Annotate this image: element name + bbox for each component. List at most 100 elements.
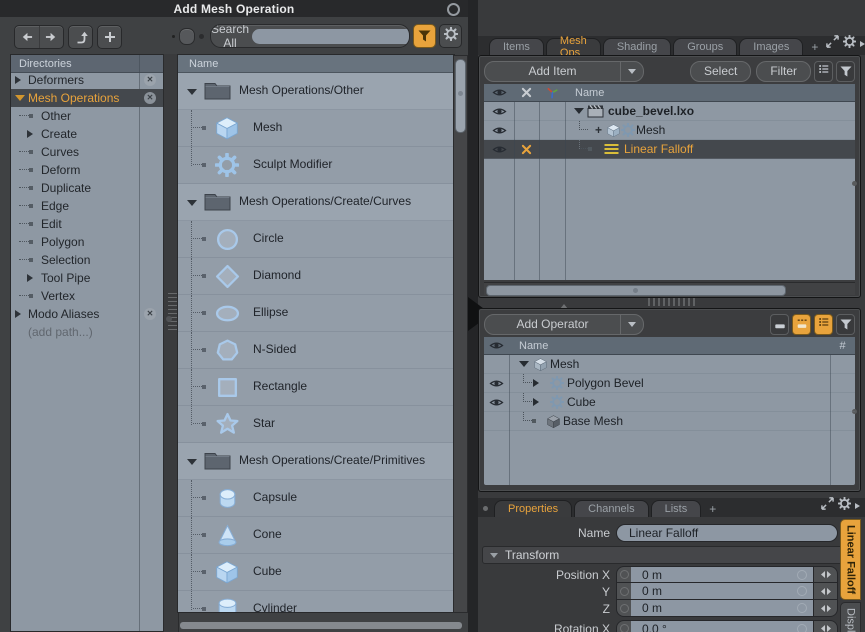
form-tab-lists[interactable]: Lists [651,500,702,517]
dialog-menu-circle-icon[interactable] [447,3,460,16]
directory-item-deformers[interactable]: Deformers✕ [11,71,164,89]
directory-item-modo-aliases[interactable]: Modo Aliases✕ [11,305,164,323]
operation-row-mesh[interactable]: Mesh [178,110,454,147]
directory-item-edit[interactable]: Edit [11,215,164,233]
name-column-header[interactable]: Name [509,340,830,352]
solo-view-button[interactable] [770,314,789,335]
form-tab-properties[interactable]: Properties [494,500,572,517]
name-cell[interactable]: Linear Falloff [565,140,855,158]
expand-panel-icon[interactable] [821,497,834,515]
dialog-titlebar[interactable]: Add Mesh Operation [0,0,468,17]
operator-filter-button[interactable] [836,314,855,335]
envelope-toggle[interactable] [617,583,631,599]
forward-button[interactable] [39,26,64,48]
gear-icon[interactable] [838,497,851,515]
directory-item-deform[interactable]: Deform [11,161,164,179]
directory-item-vertex[interactable]: Vertex [11,287,164,305]
operation-row-capsule[interactable]: Capsule [178,480,454,517]
list-scrollbar[interactable] [453,55,468,613]
visibility-column-icon[interactable] [484,87,514,98]
pin-cell[interactable] [514,121,539,139]
collapse-arrow-icon[interactable] [15,95,25,106]
operation-row-ellipse[interactable]: Ellipse [178,295,454,332]
remove-directory-button[interactable]: ✕ [144,92,156,104]
layout-tab-shading[interactable]: Shading [603,38,671,55]
panel-menu-dot-icon[interactable] [483,506,488,511]
expand-plus-icon[interactable]: + [595,121,602,139]
visibility-eye-icon[interactable] [484,374,509,392]
back-button[interactable] [15,26,39,48]
directory-item-tool-pipe[interactable]: Tool Pipe [11,269,164,287]
list-options-button[interactable] [814,61,833,82]
expand-arrow-icon[interactable] [15,76,25,84]
directory-item-selection[interactable]: Selection [11,251,164,269]
dialog-resize-bar[interactable] [180,622,462,629]
search-mode-button[interactable]: Search All [211,24,249,48]
transform-section-header[interactable]: Transform [482,546,845,564]
operation-row-rectangle[interactable]: Rectangle [178,369,454,406]
visibility-eye-icon[interactable] [484,102,514,120]
operation-row-sculpt-modifier[interactable]: Sculpt Modifier [178,147,454,184]
expand-arrow-icon[interactable] [533,374,543,392]
remove-directory-button[interactable]: ✕ [144,74,156,86]
expand-arrow-icon[interactable] [27,130,37,138]
operator-row-cube[interactable]: Cube [484,393,855,412]
scrollbar-thumb[interactable] [455,59,466,133]
directory-item-curves[interactable]: Curves [11,143,164,161]
directory-item-add-path[interactable]: (add path...) [11,323,164,341]
visibility-eye-icon[interactable] [484,393,509,411]
visibility-column-icon[interactable] [484,340,509,351]
layout-tab-groups[interactable]: Groups [673,38,737,55]
collapse-arrow-icon[interactable] [519,355,529,373]
search-settings-button[interactable] [439,24,462,48]
add-operator-button[interactable]: Add Operator [484,314,644,335]
layout-tab-items[interactable]: Items [489,38,544,55]
expand-arrow-icon[interactable] [533,393,543,411]
name-cell[interactable]: Polygon Bevel [509,374,830,392]
name-cell[interactable]: Mesh [509,355,830,373]
field-value-input[interactable]: 0 m [631,567,813,582]
pin-cell[interactable] [514,140,539,158]
collapse-arrow-icon[interactable] [187,459,197,470]
axis-cell[interactable] [539,121,565,139]
axis-column-icon[interactable] [539,86,565,99]
add-directory-button[interactable] [97,25,122,49]
directory-item-create[interactable]: Create [11,125,164,143]
collapse-arrow-icon[interactable] [187,200,197,211]
pin-column-icon[interactable] [514,86,539,99]
layout-tab-images[interactable]: Images [739,38,803,55]
operator-row-base-mesh[interactable]: Base Mesh [484,412,855,431]
value-stepper[interactable] [813,583,837,599]
chevron-right-icon[interactable] [855,503,863,509]
gear-icon[interactable] [843,35,856,53]
scrollbar-thumb[interactable] [486,285,786,296]
name-cell[interactable]: cube_bevel.lxo [565,102,855,120]
name-column-header[interactable]: Name [565,87,604,99]
field-value-input[interactable]: 0 m [631,600,813,616]
category-row-mesh-operations-other[interactable]: Mesh Operations/Other [178,73,454,110]
directory-item-mesh-operations[interactable]: Mesh Operations✕ [11,89,164,107]
operator-row-mesh[interactable]: Mesh [484,355,855,374]
select-button[interactable]: Select [690,61,751,82]
expand-panel-icon[interactable] [826,35,839,53]
operation-row-cube[interactable]: Cube [178,554,454,591]
operation-row-cone[interactable]: Cone [178,517,454,554]
chevron-right-icon[interactable] [860,41,865,47]
envelope-toggle[interactable] [617,621,631,632]
directory-item-duplicate[interactable]: Duplicate [11,179,164,197]
visibility-eye-icon[interactable] [484,121,514,139]
axis-cell[interactable] [539,102,565,120]
field-value-input[interactable]: 0.0 ° [631,621,813,632]
value-stepper[interactable] [813,567,837,582]
visibility-eye-icon[interactable] [484,412,509,430]
pin-cell[interactable] [514,102,539,120]
remove-directory-button[interactable]: ✕ [144,308,156,320]
value-stepper[interactable] [813,621,837,632]
filter-button[interactable]: Filter [756,61,811,82]
envelope-toggle[interactable] [617,600,631,616]
add-item-dropdown[interactable] [620,62,643,81]
visibility-eye-icon[interactable] [484,355,509,373]
splitter-handle[interactable] [179,28,195,45]
name-cell[interactable]: +Mesh [565,121,855,139]
layout-tab-mesh-ops[interactable]: Mesh Ops [546,38,601,55]
